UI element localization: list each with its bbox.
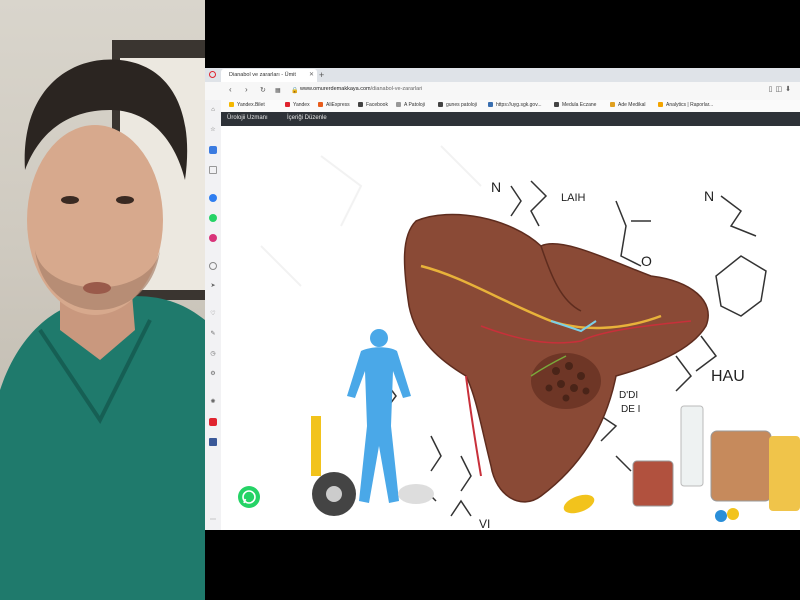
youtube-icon[interactable] <box>209 418 217 426</box>
settings-icon[interactable]: ⚙ <box>209 370 217 378</box>
tab-bar: Dianabol ve zararları - Ümit ✕ + <box>205 68 800 82</box>
workspace-icon[interactable] <box>209 146 217 154</box>
bookmark-icon <box>318 102 323 107</box>
dumbbell <box>398 484 434 504</box>
bookmark-item[interactable]: gunes patoloji <box>438 102 477 108</box>
bulb-icon[interactable]: ✺ <box>209 398 217 406</box>
whatsapp-sidebar-icon[interactable] <box>209 214 217 222</box>
glass-bottle <box>680 405 704 487</box>
page-content: N LAIH N HAU O D'DI DE I VI <box>221 126 800 530</box>
bookmark-icon <box>488 102 493 107</box>
bookmark-item[interactable]: Yandex <box>285 102 310 108</box>
player-icon[interactable] <box>209 166 217 174</box>
whatsapp-icon <box>242 490 256 504</box>
bookmark-item[interactable]: Medula Eczane <box>554 102 596 108</box>
history-icon[interactable] <box>209 262 217 270</box>
new-tab-icon[interactable]: + <box>319 68 324 82</box>
bookmark-item[interactable]: Analytics | Raporlar... <box>658 102 713 108</box>
url-host: www.omurerdemakkaya.com <box>300 86 371 92</box>
webcam-panel <box>0 0 205 600</box>
capsule <box>563 494 595 514</box>
bookmark-icon <box>285 102 290 107</box>
label-vi: VI <box>479 517 490 530</box>
messenger-icon[interactable] <box>209 194 217 202</box>
jar-1 <box>632 460 674 507</box>
more-icon[interactable]: ⋯ <box>209 516 217 524</box>
label-n-2: N <box>704 188 714 204</box>
reload-icon[interactable]: ↻ <box>260 86 266 94</box>
site-admin-bar: Ürolojii Uzmanı İçeriği Düzenle <box>221 112 800 126</box>
bookmark-icon <box>396 102 401 107</box>
tab-dianabol[interactable]: Dianabol ve zararları - Ümit ✕ <box>221 69 317 82</box>
edit-icon[interactable]: ✎ <box>209 330 217 338</box>
label-hau: HAU <box>711 368 745 385</box>
lock-icon: 🔒 <box>291 88 299 94</box>
instagram-icon[interactable] <box>209 234 217 242</box>
heart-icon[interactable]: ♡ <box>209 310 217 318</box>
bookmark-icon <box>438 102 443 107</box>
muscle-figure-icon <box>347 329 411 503</box>
send-icon[interactable]: ➤ <box>209 282 217 290</box>
presenter-image <box>0 59 205 600</box>
opera-sidebar: ⌂ ☆ ➤ ♡ ✎ ◷ ⚙ ✺ ⋯ <box>205 100 222 530</box>
back-icon[interactable]: ‹ <box>229 85 232 94</box>
nav-link-edit-content[interactable]: İçeriği Düzenle <box>287 115 327 121</box>
clock-icon[interactable]: ◷ <box>209 350 217 358</box>
bookmark-item[interactable]: Yandex.Bilet <box>229 102 265 108</box>
label-n-1: N <box>491 179 501 195</box>
hero-illustration: N LAIH N HAU O D'DI DE I VI <box>260 145 800 530</box>
toolbar-icons[interactable]: ▯◫⬇ <box>769 85 794 93</box>
bookmark-icon <box>554 102 559 107</box>
yellow-bottle <box>311 416 321 476</box>
bookmark-item[interactable]: AliExpress <box>318 102 350 108</box>
bookmark-item[interactable]: https://uyg.sgk.gov... <box>488 102 542 108</box>
label-laih: LAIH <box>561 192 586 204</box>
nav-link-urology[interactable]: Ürolojii Uzmanı <box>227 115 268 121</box>
forward-icon[interactable]: › <box>245 85 248 94</box>
url-path: /dianabol-ve-zararlari <box>370 86 423 92</box>
tab-title: Dianabol ve zararları - Ümit <box>229 72 296 78</box>
bookmark-item[interactable]: A Patoloji <box>396 102 425 108</box>
bookmark-icon <box>358 102 363 107</box>
bookmark-item[interactable]: Ade Medikal <box>610 102 646 108</box>
jar-3 <box>769 436 800 511</box>
close-tab-icon[interactable]: ✕ <box>309 69 314 82</box>
liver-illustration <box>403 213 709 503</box>
opera-menu-icon[interactable] <box>209 71 216 78</box>
label-ddi: D'DI <box>619 390 638 401</box>
grid-icon[interactable]: ▦ <box>275 87 281 94</box>
url-field[interactable]: www.omurerdemakkaya.com/dianabol-ve-zara… <box>300 86 422 92</box>
label-dei: DE I <box>621 404 640 415</box>
browser-window: Dianabol ve zararları - Ümit ✕ + ‹ › ↻ ▦… <box>205 68 800 530</box>
label-o: O <box>641 253 652 269</box>
facebook-sidebar-icon[interactable] <box>209 438 217 446</box>
bookmark-icon <box>658 102 663 107</box>
home-icon[interactable]: ⌂ <box>209 106 217 114</box>
bookmark-icon <box>610 102 615 107</box>
star-icon[interactable]: ☆ <box>209 126 217 134</box>
whatsapp-chat-button[interactable] <box>238 486 260 508</box>
bookmark-item[interactable]: Facebook <box>358 102 388 108</box>
address-bar-row: ‹ › ↻ ▦ 🔒 www.omurerdemakkaya.com/dianab… <box>205 82 800 101</box>
jar-2 <box>710 430 772 502</box>
bookmark-icon <box>229 102 234 107</box>
